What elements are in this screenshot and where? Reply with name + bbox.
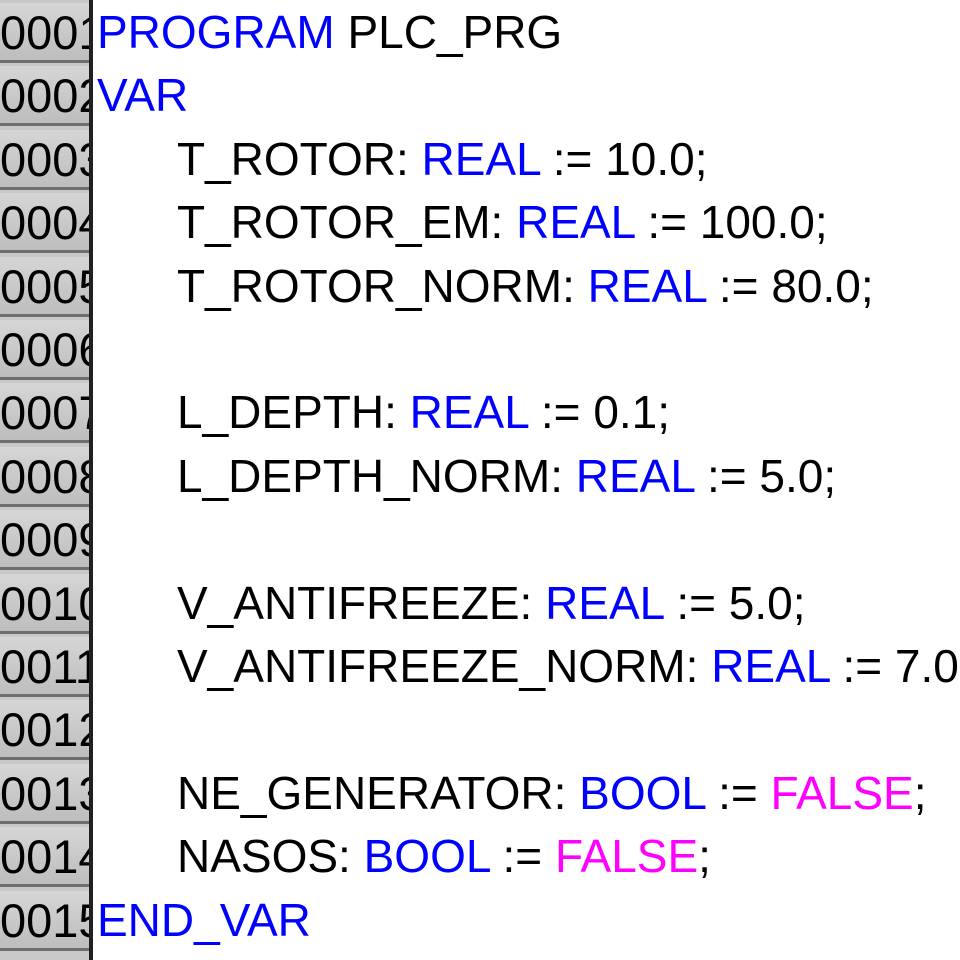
line-number: 0006 (0, 320, 89, 380)
type-keyword: REAL (409, 386, 529, 438)
line-number: 0014 (0, 827, 89, 887)
variable-name: V_ANTIFREEZE: (177, 577, 546, 629)
initial-value: := 5.0; (663, 577, 806, 629)
line-number: 0011 (0, 637, 89, 697)
type-keyword: REAL (516, 196, 635, 248)
type-keyword: BOOL (363, 830, 490, 882)
assign-operator: := (489, 830, 555, 882)
type-keyword: BOOL (579, 767, 706, 819)
line-number-gutter: 0001 0002 0003 0004 0005 0006 0007 0008 … (0, 0, 93, 960)
assign-operator: := (705, 767, 771, 819)
code-line-3[interactable]: T_ROTOR: REAL := 10.0; (177, 127, 708, 191)
line-number: 0005 (0, 257, 89, 317)
line-number: 0015 (0, 891, 89, 951)
program-name: PLC_PRG (334, 6, 563, 58)
boolean-literal: FALSE (554, 830, 699, 882)
line-number: 0004 (0, 193, 89, 253)
code-line-7[interactable]: L_DEPTH: REAL := 0.1; (177, 380, 670, 444)
type-keyword: REAL (587, 260, 707, 312)
code-line-1[interactable]: PROGRAM PLC_PRG (97, 0, 562, 64)
statement-end: ; (913, 767, 927, 819)
boolean-literal: FALSE (770, 767, 914, 819)
initial-value: := 7.0 (829, 640, 959, 692)
code-line-15[interactable]: END_VAR (97, 888, 311, 952)
code-area[interactable]: PROGRAM PLC_PRG VAR T_ROTOR: REAL := 10.… (97, 0, 960, 960)
initial-value: := 100.0; (634, 196, 828, 248)
initial-value: := 0.1; (528, 386, 671, 438)
end-var-keyword: END_VAR (97, 894, 311, 946)
line-number: 0009 (0, 510, 89, 570)
code-line-10[interactable]: V_ANTIFREEZE: REAL := 5.0; (177, 571, 805, 635)
statement-end: ; (698, 830, 711, 882)
line-number: 0008 (0, 447, 89, 507)
initial-value: := 10.0; (539, 133, 708, 185)
line-number: 0003 (0, 130, 89, 190)
variable-name: V_ANTIFREEZE_NORM: (177, 640, 712, 692)
type-keyword: REAL (575, 450, 695, 502)
variable-name: L_DEPTH_NORM: (177, 450, 576, 502)
code-line-13[interactable]: NE_GENERATOR: BOOL := FALSE; (177, 761, 927, 825)
initial-value: := 5.0; (694, 450, 837, 502)
line-number: 0001 (0, 3, 89, 63)
initial-value: := 80.0; (706, 260, 874, 312)
variable-name: T_ROTOR_EM: (177, 196, 517, 248)
line-number: 0012 (0, 700, 89, 760)
code-line-11[interactable]: V_ANTIFREEZE_NORM: REAL := 7.0 (177, 634, 959, 698)
line-number: 0007 (0, 383, 89, 443)
type-keyword: REAL (545, 577, 664, 629)
code-line-4[interactable]: T_ROTOR_EM: REAL := 100.0; (177, 190, 828, 254)
variable-name: T_ROTOR: (177, 133, 422, 185)
code-line-5[interactable]: T_ROTOR_NORM: REAL := 80.0; (177, 254, 874, 318)
variable-name: L_DEPTH: (177, 386, 410, 438)
line-number: 0002 (0, 66, 89, 126)
line-number: 0013 (0, 764, 89, 824)
variable-name: NASOS: (177, 830, 364, 882)
code-line-2[interactable]: VAR (97, 63, 188, 127)
variable-name: T_ROTOR_NORM: (177, 260, 588, 312)
var-keyword: VAR (97, 69, 189, 121)
type-keyword: REAL (421, 133, 540, 185)
code-line-8[interactable]: L_DEPTH_NORM: REAL := 5.0; (177, 444, 836, 508)
variable-name: NE_GENERATOR: (177, 767, 580, 819)
line-number: 0010 (0, 574, 89, 634)
type-keyword: REAL (711, 640, 830, 692)
code-editor[interactable]: 0001 0002 0003 0004 0005 0006 0007 0008 … (0, 0, 960, 960)
program-keyword: PROGRAM (97, 6, 335, 58)
code-line-14[interactable]: NASOS: BOOL := FALSE; (177, 824, 711, 888)
